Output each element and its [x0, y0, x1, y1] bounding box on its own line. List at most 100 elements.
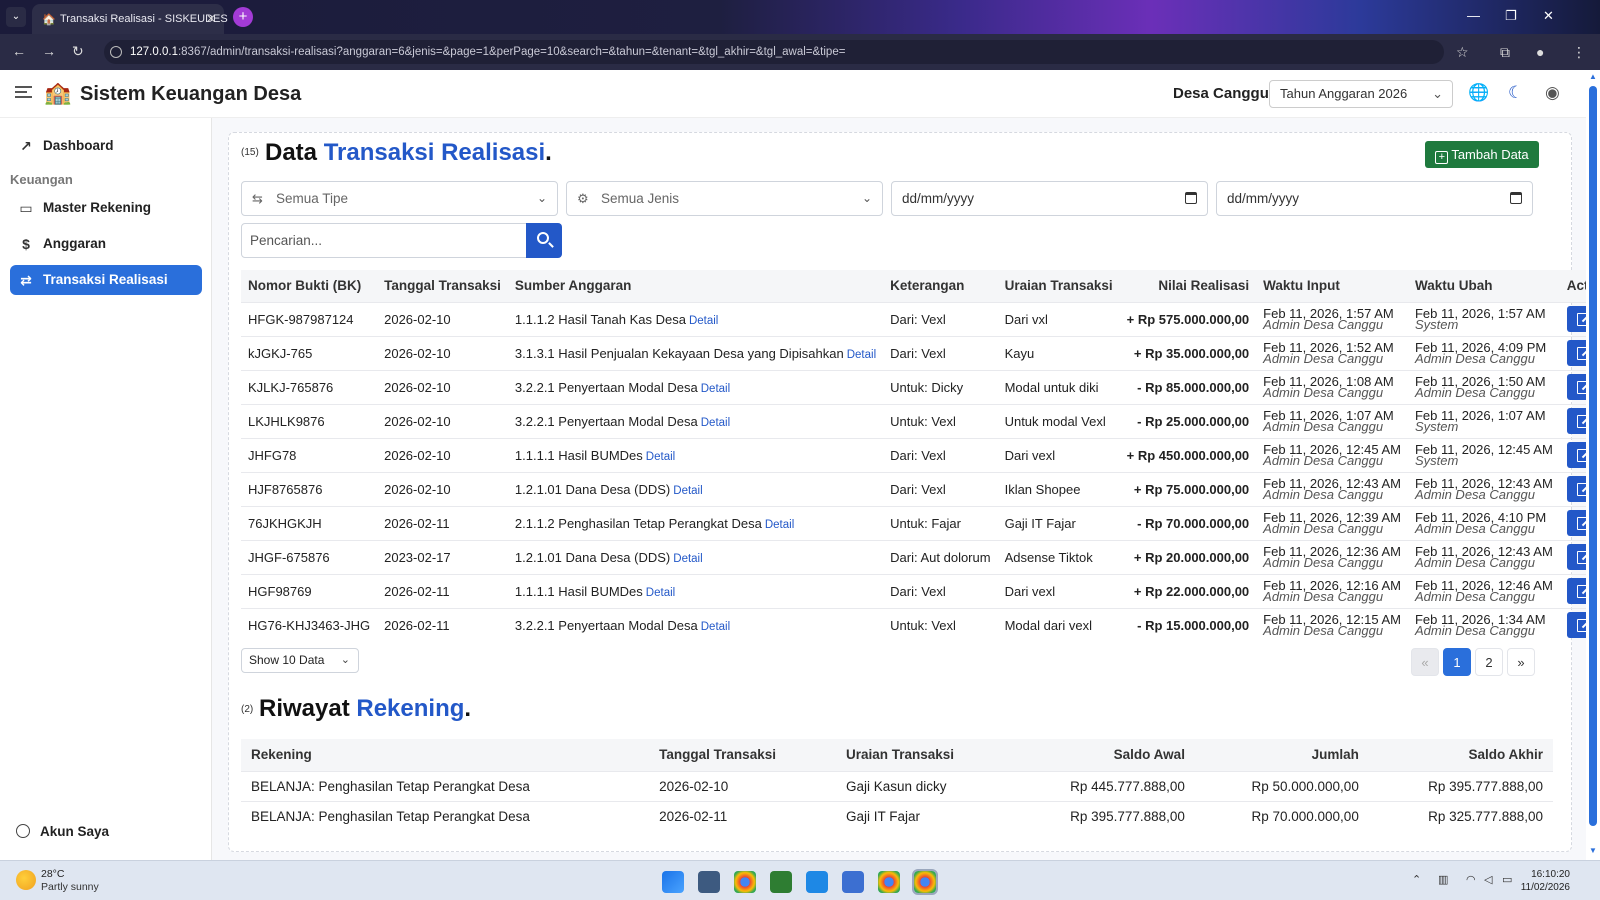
per-page-select[interactable]: Show 10 Data ⌄: [241, 648, 359, 673]
vscode-icon[interactable]: [806, 871, 828, 893]
tray-chevron-up-icon[interactable]: ⌃: [1412, 873, 1421, 886]
detail-link[interactable]: Detail: [673, 485, 702, 497]
column-header[interactable]: Uraian Transaksi: [997, 270, 1120, 302]
browser-tab[interactable]: 🏠 Transaksi Realisasi - SISKEUDES ×: [32, 4, 228, 34]
globe-language-icon[interactable]: 🌐: [1468, 83, 1489, 103]
sidebar-section-keuangan: Keuangan: [10, 172, 73, 187]
sidebar-item-dashboard[interactable]: ↗ Dashboard: [10, 131, 202, 161]
column-header[interactable]: Nomor Bukti (BK): [241, 270, 378, 302]
wifi-icon[interactable]: ◠: [1466, 873, 1476, 886]
edit-button[interactable]: [1566, 476, 1586, 502]
sidebar-item-anggaran[interactable]: $ Anggaran: [10, 229, 202, 259]
start-date-input[interactable]: dd/mm/yyyy: [891, 181, 1208, 216]
forward-arrow-icon[interactable]: →: [42, 43, 56, 59]
browser-menu-icon[interactable]: ⋮: [1572, 44, 1586, 61]
arrow-app-icon[interactable]: [842, 871, 864, 893]
pagination-page-2[interactable]: 2: [1475, 648, 1503, 676]
profile-avatar-icon[interactable]: ●: [1536, 44, 1544, 60]
column-header[interactable]: Jumlah: [1194, 739, 1369, 771]
pagination-page-1[interactable]: 1: [1443, 648, 1471, 676]
edit-button[interactable]: [1566, 442, 1586, 468]
input-by: Admin Desa Canggu: [1263, 351, 1384, 366]
chrome-profile-icon[interactable]: [878, 871, 900, 893]
user-circle-icon[interactable]: ◉: [1545, 83, 1560, 103]
detail-link[interactable]: Detail: [689, 315, 718, 327]
scrollbar-thumb[interactable]: [1589, 86, 1597, 826]
detail-link[interactable]: Detail: [701, 417, 730, 429]
edit-button[interactable]: [1566, 408, 1586, 434]
edit-button[interactable]: [1566, 578, 1586, 604]
input-by: Admin Desa Canggu: [1263, 317, 1384, 332]
table-row: HJF8765876 2026-02-10 1.2.1.01 Dana Desa (…: [241, 471, 1586, 506]
sidebar-item-master-rekening[interactable]: ▭ Master Rekening: [10, 193, 202, 223]
edit-button[interactable]: [1566, 612, 1586, 639]
column-header[interactable]: Tanggal Transaksi: [377, 270, 508, 302]
column-header[interactable]: Waktu Input: [1256, 270, 1408, 302]
notepad-app-icon[interactable]: [770, 871, 792, 893]
pagination-prev[interactable]: «: [1411, 648, 1439, 676]
detail-link[interactable]: Detail: [646, 451, 675, 463]
column-header[interactable]: Saldo Awal: [1010, 739, 1195, 771]
tipe-filter-select[interactable]: ⇆ Semua Tipe ⌄: [241, 181, 558, 216]
edit-button[interactable]: [1566, 306, 1586, 332]
column-header[interactable]: Sumber Anggaran: [507, 270, 884, 302]
bookmark-star-icon[interactable]: ☆: [1456, 44, 1469, 61]
page-scrollbar[interactable]: ▲ ▼: [1586, 70, 1600, 860]
minimize-icon[interactable]: —: [1467, 8, 1480, 23]
edit-button[interactable]: [1566, 544, 1586, 570]
tab-search-chevron-icon[interactable]: ⌄: [6, 7, 26, 27]
pagination-next[interactable]: »: [1507, 648, 1535, 676]
reload-icon[interactable]: ↻: [72, 43, 84, 60]
end-date-input[interactable]: dd/mm/yyyy: [1216, 181, 1533, 216]
battery-icon[interactable]: ▭: [1502, 873, 1512, 886]
input-by: Admin Desa Canggu: [1263, 555, 1384, 570]
chrome-active-icon[interactable]: [912, 869, 938, 895]
restore-icon[interactable]: ❐: [1505, 8, 1517, 24]
detail-link[interactable]: Detail: [646, 587, 675, 599]
detail-link[interactable]: Detail: [765, 519, 794, 531]
nilai-realisasi: - Rp 85.000.000,00: [1119, 369, 1257, 404]
column-header[interactable]: Nilai Realisasi: [1119, 270, 1257, 302]
gallery-app-icon[interactable]: [698, 871, 720, 893]
column-header[interactable]: Saldo Akhir: [1368, 739, 1553, 771]
edit-button[interactable]: [1566, 510, 1586, 536]
edit-button[interactable]: [1566, 374, 1586, 400]
system-clock[interactable]: 16:10:20 11/02/2026: [1521, 868, 1570, 894]
calendar-icon[interactable]: [1510, 192, 1522, 204]
detail-link[interactable]: Detail: [701, 383, 730, 395]
column-header[interactable]: Uraian Transaksi: [835, 739, 1011, 771]
moon-theme-icon[interactable]: ☾: [1508, 83, 1523, 103]
url-field[interactable]: 127.0.0.1:8367/admin/transaksi-realisasi…: [104, 40, 1444, 64]
search-button[interactable]: [526, 223, 562, 258]
start-windows-icon[interactable]: [662, 871, 684, 893]
window-close-icon[interactable]: ✕: [1543, 8, 1554, 24]
table-row: 76JKHGKJH 2026-02-11 2.1.1.2 Penghasilan T…: [241, 505, 1586, 540]
sun-weather-icon[interactable]: [16, 870, 36, 890]
detail-link[interactable]: Detail: [673, 553, 702, 565]
close-tab-icon[interactable]: ×: [207, 10, 215, 26]
edit-button[interactable]: [1566, 340, 1586, 366]
volume-icon[interactable]: ◁: [1484, 873, 1492, 886]
jenis-filter-select[interactable]: ⚙ Semua Jenis ⌄: [566, 181, 883, 216]
column-header[interactable]: Tanggal Transaksi: [649, 739, 836, 771]
tray-app-icon[interactable]: ▥: [1438, 873, 1448, 886]
column-header[interactable]: Waktu Ubah: [1407, 270, 1560, 302]
sidebar-item-akun-saya[interactable]: Akun Saya: [16, 824, 109, 839]
search-input[interactable]: Pencarian...: [241, 223, 527, 258]
detail-link[interactable]: Detail: [701, 621, 730, 633]
add-data-button[interactable]: + Tambah Data: [1425, 141, 1539, 168]
sidebar-item-transaksi-realisasi[interactable]: ⇄ Transaksi Realisasi: [10, 265, 202, 295]
detail-link[interactable]: Detail: [847, 349, 876, 361]
hamburger-menu-icon[interactable]: [15, 86, 32, 98]
new-tab-plus-icon[interactable]: +: [233, 7, 253, 27]
site-info-icon[interactable]: [110, 46, 122, 58]
year-select[interactable]: Tahun Anggaran 2026 ⌄: [1269, 80, 1453, 108]
extensions-puzzle-icon[interactable]: ⧉: [1500, 44, 1510, 61]
chrome-icon[interactable]: [734, 871, 756, 893]
back-arrow-icon[interactable]: ←: [12, 43, 26, 59]
column-header[interactable]: Rekening: [241, 739, 650, 771]
scroll-up-icon[interactable]: ▲: [1589, 72, 1597, 81]
calendar-icon[interactable]: [1185, 192, 1197, 204]
column-header[interactable]: Keterangan: [883, 270, 998, 302]
scroll-down-icon[interactable]: ▼: [1589, 846, 1597, 855]
